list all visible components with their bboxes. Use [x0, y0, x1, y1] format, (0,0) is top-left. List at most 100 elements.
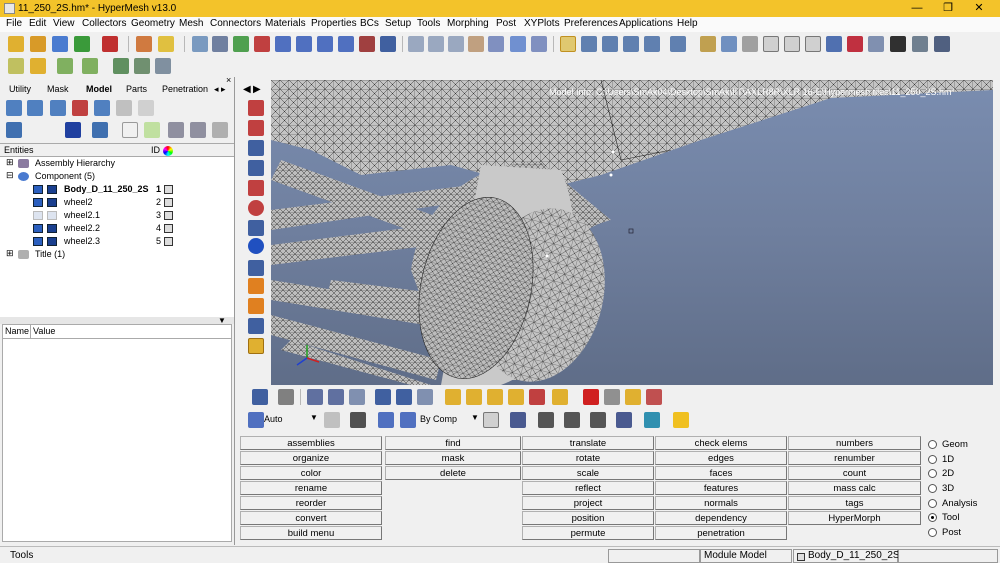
vtool-icon[interactable] [248, 180, 264, 196]
view-rear-icon[interactable] [359, 36, 375, 52]
tools-icon[interactable] [912, 36, 928, 52]
scale-button[interactable]: scale [522, 466, 654, 480]
vtool-icon[interactable] [248, 100, 264, 116]
expand-icon[interactable]: ⊞ [6, 157, 14, 168]
move-arrows-icon[interactable] [488, 36, 504, 52]
open-model-icon[interactable] [8, 36, 24, 52]
minimize-button[interactable]: — [903, 0, 931, 17]
numbers-icon[interactable] [248, 238, 264, 254]
line-icon[interactable] [700, 36, 716, 52]
tab-parts[interactable]: Parts [126, 84, 147, 94]
vtool-icon[interactable] [248, 120, 264, 136]
view-left-icon[interactable] [296, 36, 312, 52]
find-button[interactable]: find [385, 436, 521, 450]
radio-dot[interactable] [928, 469, 937, 478]
monitor-icon[interactable] [644, 412, 660, 428]
current-component-indicator[interactable]: Body_D_11_250_2S [793, 549, 900, 563]
panel-splitter[interactable]: ▼ [0, 316, 234, 325]
tree-row-title[interactable]: ⊞ Title (1) [0, 248, 232, 261]
tree-row-assembly-hierarchy[interactable]: ⊞ Assembly Hierarchy [0, 157, 232, 170]
menu-geometry[interactable]: Geometry [131, 18, 175, 29]
translate-button[interactable]: translate [522, 436, 654, 450]
project-button[interactable]: project [522, 496, 654, 510]
radio-dot[interactable] [928, 440, 937, 449]
undo-icon[interactable] [212, 122, 228, 138]
run-icon[interactable] [57, 58, 73, 74]
normals-button[interactable]: normals [655, 496, 787, 510]
chevron-down-icon[interactable]: ▼ [310, 413, 318, 422]
cube-icon[interactable] [763, 36, 779, 52]
menu-preferences[interactable]: Preferences [564, 18, 618, 29]
eye-icon[interactable] [168, 122, 184, 138]
tree-row-wheel2[interactable]: wheel2 2 [0, 196, 232, 209]
vtool-icon[interactable] [248, 220, 264, 236]
run-next-icon[interactable] [82, 58, 98, 74]
assemblies-button[interactable]: assemblies [240, 436, 382, 450]
count-button[interactable]: count [788, 466, 921, 480]
cube-wire-icon[interactable] [784, 36, 800, 52]
panel-close-button[interactable]: × [226, 75, 231, 85]
zoom-window-icon[interactable] [408, 36, 424, 52]
organize-button[interactable]: organize [240, 451, 382, 465]
tab-penetration[interactable]: Penetration [162, 84, 208, 94]
browser-icon[interactable] [138, 100, 154, 116]
flag-icon[interactable] [529, 389, 545, 405]
color-swatch[interactable] [164, 185, 173, 194]
build-menu-button[interactable]: build menu [240, 526, 382, 540]
view-front-icon[interactable] [338, 36, 354, 52]
hypermorph-button[interactable]: HyperMorph [788, 511, 921, 525]
penetration-button[interactable]: penetration [655, 526, 787, 540]
menu-mesh[interactable]: Mesh [179, 18, 203, 29]
elements-icon[interactable] [590, 412, 606, 428]
plus-icon[interactable] [396, 389, 412, 405]
vtool-icon[interactable] [248, 260, 264, 276]
layout-icon[interactable] [252, 389, 268, 405]
browser-icon[interactable] [6, 122, 22, 138]
marker-icon[interactable] [847, 36, 863, 52]
cursor-icon[interactable] [122, 122, 138, 138]
color-wheel-icon[interactable] [163, 146, 173, 156]
vtool-icon[interactable] [248, 338, 264, 354]
display-icon[interactable] [602, 36, 618, 52]
arrow-right-icon[interactable] [328, 389, 344, 405]
show-icon[interactable] [466, 389, 482, 405]
tree-row-component[interactable]: ⊟ Component (5) [0, 170, 232, 183]
arrow-left-icon[interactable] [307, 389, 323, 405]
convert-button[interactable]: convert [240, 511, 382, 525]
collapse-icon[interactable]: ⊟ [6, 170, 14, 181]
menu-morphing[interactable]: Morphing [447, 18, 489, 29]
solid-icon[interactable] [510, 412, 526, 428]
sigma-icon[interactable] [134, 58, 150, 74]
tree-row-body[interactable]: Body_D_11_250_2S 1 [0, 183, 232, 196]
menu-collectors[interactable]: Collectors [82, 18, 126, 29]
element-icon[interactable] [868, 36, 884, 52]
tree-row-wheel2-3[interactable]: wheel2.3 5 [0, 235, 232, 248]
mask-button[interactable]: mask [385, 451, 521, 465]
view-custom-icon[interactable] [380, 36, 396, 52]
color-swatch[interactable] [164, 198, 173, 207]
color-mode-select[interactable]: Auto [264, 414, 283, 424]
eye-icon[interactable] [190, 122, 206, 138]
cube-solid-icon[interactable] [805, 36, 821, 52]
reorder-button[interactable]: reorder [240, 496, 382, 510]
comp-color-icon[interactable] [400, 412, 416, 428]
line-width-icon[interactable] [564, 412, 580, 428]
spin-icon[interactable] [510, 36, 526, 52]
menu-properties[interactable]: Properties [311, 18, 357, 29]
vtool-icon[interactable] [248, 318, 264, 334]
tab-model[interactable]: Model [86, 84, 112, 94]
view-right-icon[interactable] [317, 36, 333, 52]
check-elems-button[interactable]: check elems [655, 436, 787, 450]
mass-calc-button[interactable]: mass calc [788, 481, 921, 495]
menu-post[interactable]: Post [496, 18, 516, 29]
tab-mask[interactable]: Mask [47, 84, 69, 94]
user-profile-icon[interactable] [136, 36, 152, 52]
wrench-icon[interactable] [278, 389, 294, 405]
zoom-out-icon[interactable] [428, 36, 444, 52]
calc-icon[interactable] [155, 58, 171, 74]
radio-dot[interactable] [928, 455, 937, 464]
radio-dot[interactable] [928, 484, 937, 493]
menu-materials[interactable]: Materials [265, 18, 306, 29]
tool-icon[interactable] [646, 389, 662, 405]
permute-button[interactable]: permute [522, 526, 654, 540]
